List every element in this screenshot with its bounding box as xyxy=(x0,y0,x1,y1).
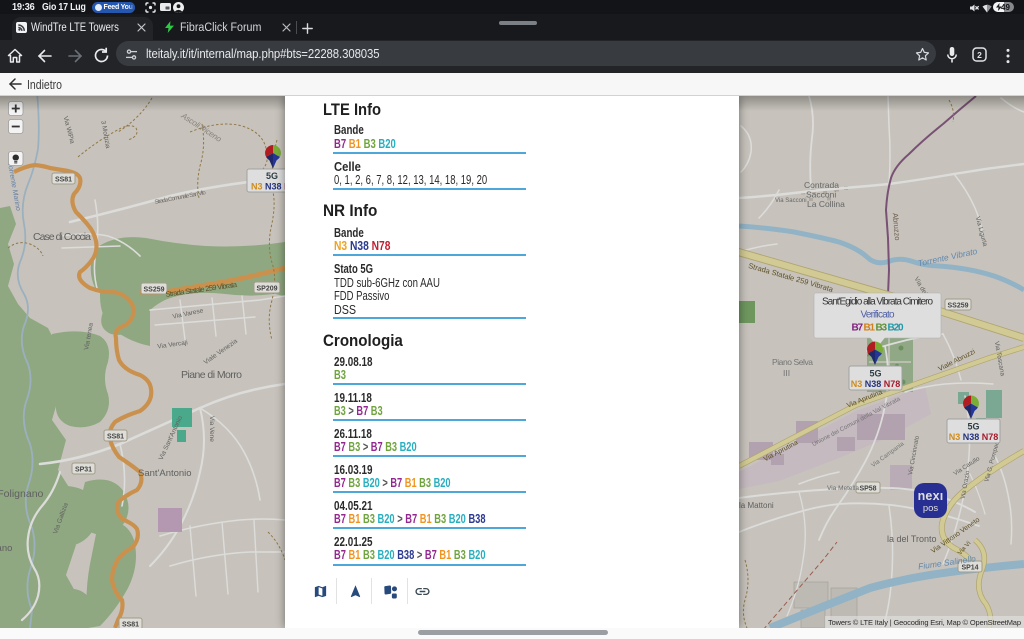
svg-text:2: 2 xyxy=(977,50,982,60)
